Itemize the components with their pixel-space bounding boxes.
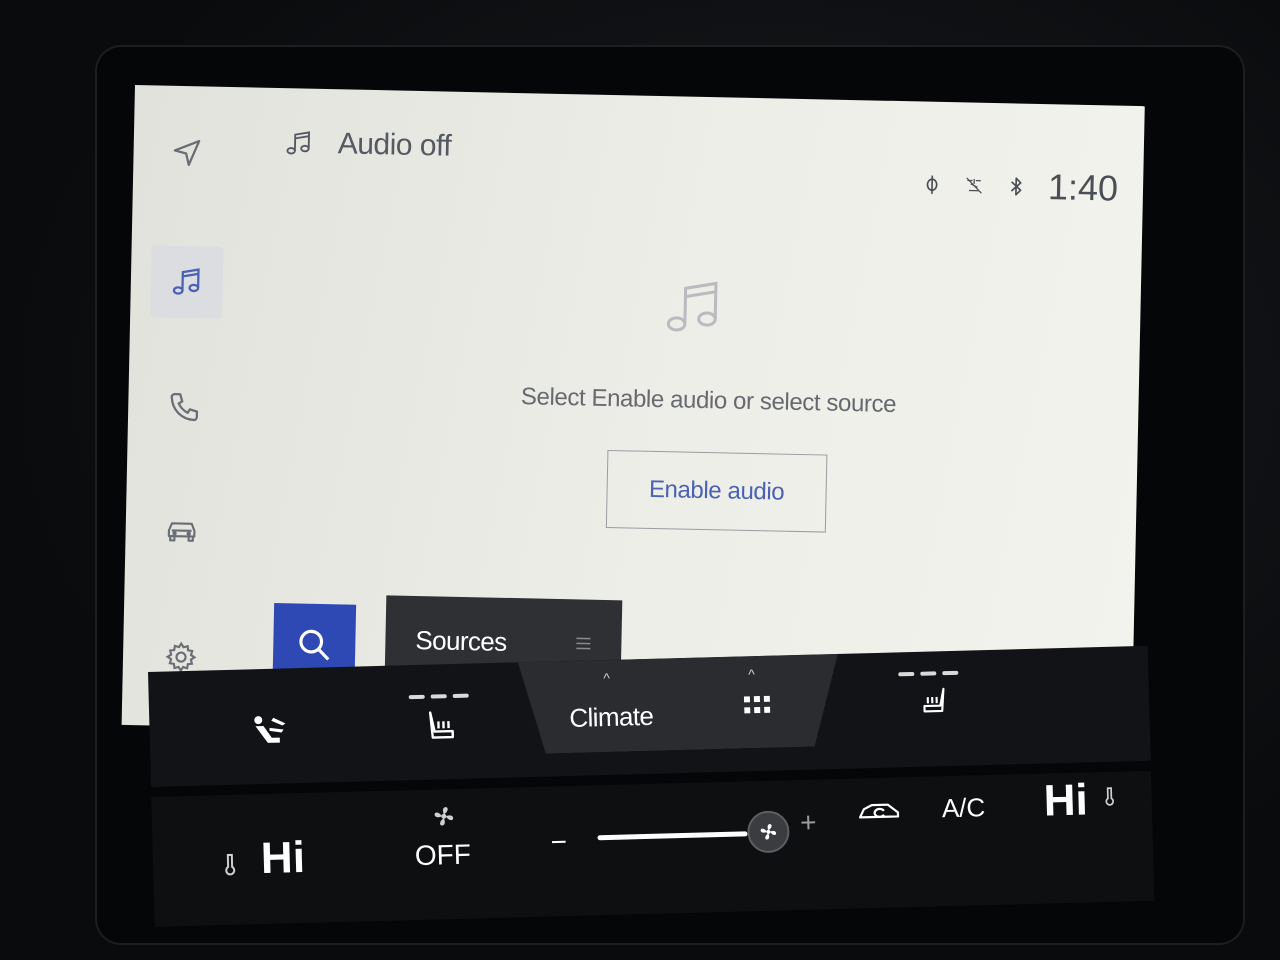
rail-vehicle[interactable]: [145, 495, 218, 568]
climate-tab[interactable]: [518, 654, 840, 754]
thermometer-icon: [225, 853, 236, 876]
fan-increase-button[interactable]: +: [800, 807, 817, 839]
search-icon: [299, 629, 330, 661]
menu-icon: [576, 637, 591, 650]
seat-heater-icon: [428, 711, 455, 739]
music-icon: [172, 268, 200, 295]
driver-temperature[interactable]: Hi: [260, 833, 305, 884]
wireless-charging-icon: [926, 175, 938, 194]
rail-audio[interactable]: [150, 245, 224, 319]
passenger-temperature[interactable]: Hi: [1043, 775, 1088, 826]
rail-phone[interactable]: [148, 370, 221, 443]
climate-caret: ^: [603, 669, 611, 687]
empty-state-art: [660, 274, 727, 346]
fan-icon-label: [432, 804, 457, 829]
rail-navigation[interactable]: [151, 115, 224, 188]
music-icon: [286, 131, 311, 155]
music-icon: [666, 281, 718, 332]
bluetooth-icon: [1010, 177, 1022, 196]
passenger-seat-heat-button[interactable]: [919, 686, 950, 717]
phone-icon: [170, 393, 199, 422]
climate-bar: ^ Climate ^ Hi OFF − + A/C Hi: [148, 645, 1155, 927]
no-gps-signal-icon: [966, 177, 982, 194]
fan-icon: [434, 807, 454, 826]
gear-icon: [165, 641, 197, 673]
climate-tab-label: Climate: [568, 700, 654, 733]
passenger-temp-icon: [1103, 785, 1116, 807]
recirculation-button[interactable]: [858, 800, 901, 823]
audio-header: Audio off: [283, 126, 452, 163]
airflow-seat-icon: [254, 716, 286, 743]
fan-decrease-button[interactable]: −: [550, 826, 567, 858]
clock: 1:40: [1047, 166, 1119, 209]
enable-audio-button[interactable]: Enable audio: [605, 449, 828, 533]
status-bar: 1:40: [922, 164, 1119, 210]
apps-caret: ^: [748, 666, 756, 683]
navigation-icon: [173, 139, 201, 167]
grid-icon: [743, 695, 771, 714]
car-icon: [167, 522, 196, 542]
infotainment-screen: Audio off 1:40 Select Enable audio or se…: [121, 85, 1145, 747]
driver-temp-icon: [223, 852, 238, 876]
driver-seat-heat-button[interactable]: [424, 709, 459, 744]
ac-button[interactable]: A/C: [941, 792, 985, 824]
thermometer-icon: [1105, 787, 1114, 806]
sources-label: Sources: [415, 624, 507, 657]
climate-apps-button[interactable]: [743, 695, 771, 715]
recirculation-icon: [858, 803, 900, 819]
seat-heater-icon: [923, 687, 945, 713]
fan-icon: [760, 824, 777, 840]
page-title: Audio off: [337, 127, 452, 163]
empty-state-hint: Select Enable audio or select source: [520, 383, 897, 419]
fan-status[interactable]: OFF: [414, 839, 471, 872]
airflow-mode-button[interactable]: [249, 713, 290, 750]
